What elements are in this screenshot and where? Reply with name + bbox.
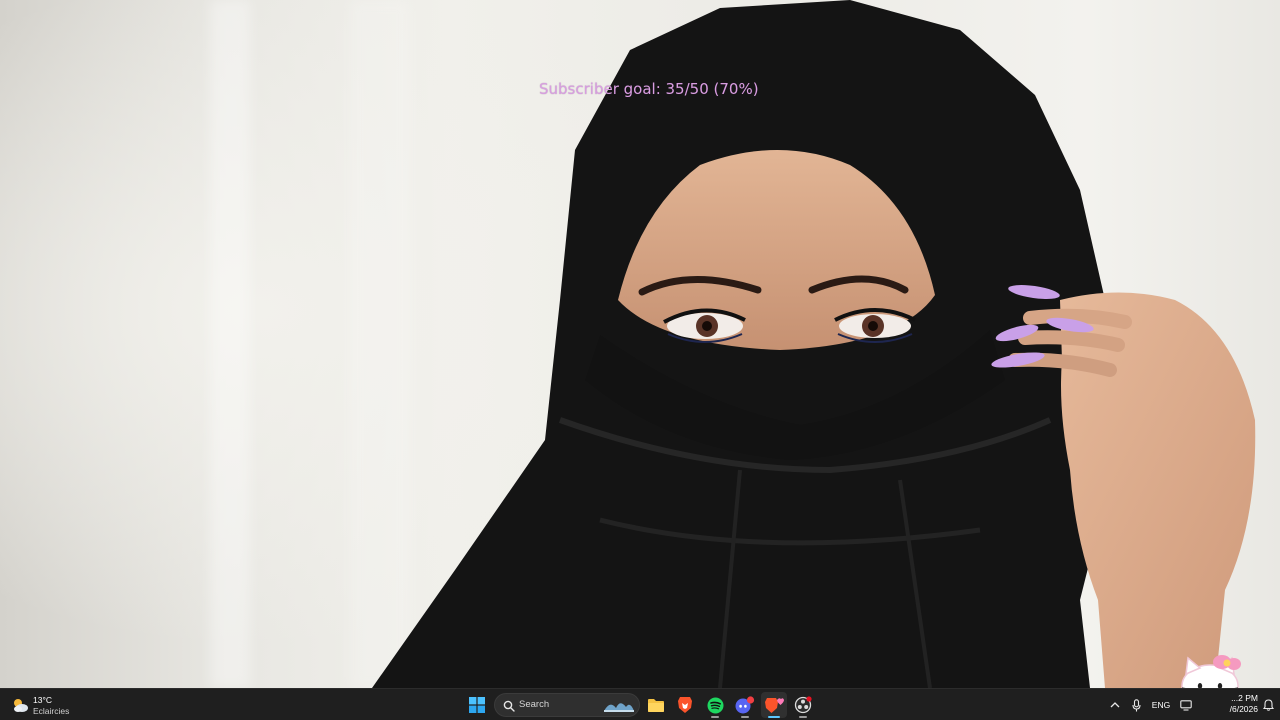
search-icon [503, 700, 515, 712]
subscriber-goal-count: 35/50 [665, 80, 709, 98]
microphone-icon [1131, 698, 1141, 711]
search-highlight-illustration-icon [604, 703, 634, 712]
obs-studio-button[interactable] [790, 692, 816, 718]
discord-button[interactable] [732, 692, 758, 718]
partly-cloudy-icon [14, 699, 28, 712]
input-language-indicator[interactable]: ENG [1148, 692, 1174, 718]
weather-temperature: 13°C [33, 695, 52, 705]
search-input[interactable]: Search [494, 693, 640, 717]
running-indicator [741, 716, 749, 718]
windows-logo-icon [469, 697, 485, 713]
hello-kitty-sticker-icon [1181, 655, 1241, 688]
notification-center-button[interactable] [1260, 692, 1276, 718]
microphone-button[interactable] [1127, 692, 1145, 718]
running-indicator [768, 716, 780, 718]
clock-date: /6/2026 [1229, 704, 1258, 714]
file-explorer-button[interactable] [643, 692, 669, 718]
spotify-button[interactable] [702, 692, 728, 718]
weather-widget[interactable]: 13°C Eclaircies [8, 692, 88, 718]
obs-icon [794, 696, 812, 714]
search-label: Search [519, 699, 550, 710]
display-settings-button[interactable] [1178, 692, 1194, 718]
notification-bell-icon [1262, 699, 1274, 711]
chevron-up-icon [1110, 702, 1120, 708]
spotify-icon [707, 697, 723, 713]
tray-overflow-button[interactable] [1106, 692, 1124, 718]
subscriber-goal-overlay: Subscriber goal: 35/50 (70%) [539, 80, 759, 98]
start-button[interactable] [464, 692, 490, 718]
running-indicator [799, 716, 807, 718]
running-indicator [711, 716, 719, 718]
brave-heart-icon [765, 698, 784, 713]
clock[interactable]: ...2 PM /6/2026 [1220, 693, 1258, 717]
brave-browser-button[interactable] [672, 692, 698, 718]
discord-icon [735, 696, 755, 714]
woman-in-black-niqab [372, 0, 1256, 688]
clock-time: ...2 PM [1231, 693, 1258, 703]
taskbar: 13°C Eclaircies Search ENG ...2 PM /6/20… [0, 688, 1280, 720]
desktop-wallpaper: Subscriber goal: 35/50 (70%) [0, 0, 1280, 688]
folder-icon [648, 698, 664, 712]
weather-condition: Eclaircies [33, 706, 70, 716]
subscriber-goal-percent: (70%) [713, 80, 759, 98]
brave-lion-icon [678, 697, 692, 713]
subscriber-goal-prefix: Subscriber goal: [539, 80, 666, 98]
monitor-icon [1180, 699, 1192, 711]
brave-beta-button[interactable] [761, 692, 787, 718]
